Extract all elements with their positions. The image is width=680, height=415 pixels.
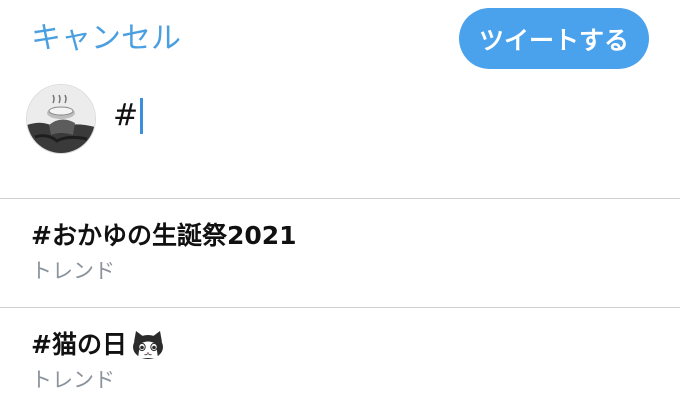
- hashtag-suggestion[interactable]: #おかゆの生誕祭2021 トレンド: [0, 199, 680, 307]
- avatar[interactable]: [26, 84, 96, 154]
- hashtag-suggestion[interactable]: #猫の日 トレンド: [0, 308, 680, 415]
- suggestion-hashtag: #猫の日: [31, 330, 127, 359]
- tweet-text-input[interactable]: #: [113, 96, 144, 136]
- compose-text: #: [113, 98, 139, 133]
- cancel-button[interactable]: キャンセル: [31, 20, 181, 58]
- suggestion-label: トレンド: [31, 259, 115, 283]
- suggestion-hashtag-row: #猫の日: [31, 328, 165, 362]
- suggestion-label: トレンド: [31, 368, 115, 392]
- text-caret: [140, 98, 144, 134]
- cat-face-icon: [132, 331, 163, 359]
- suggestion-hashtag: #おかゆの生誕祭2021: [31, 221, 297, 250]
- tweet-compose-screen: キャンセル ツイートする # #おかゆの生誕祭2021 トレンド #猫の日 トレ…: [0, 0, 680, 415]
- tweet-button[interactable]: ツイートする: [459, 8, 649, 69]
- avatar-image: [27, 85, 95, 153]
